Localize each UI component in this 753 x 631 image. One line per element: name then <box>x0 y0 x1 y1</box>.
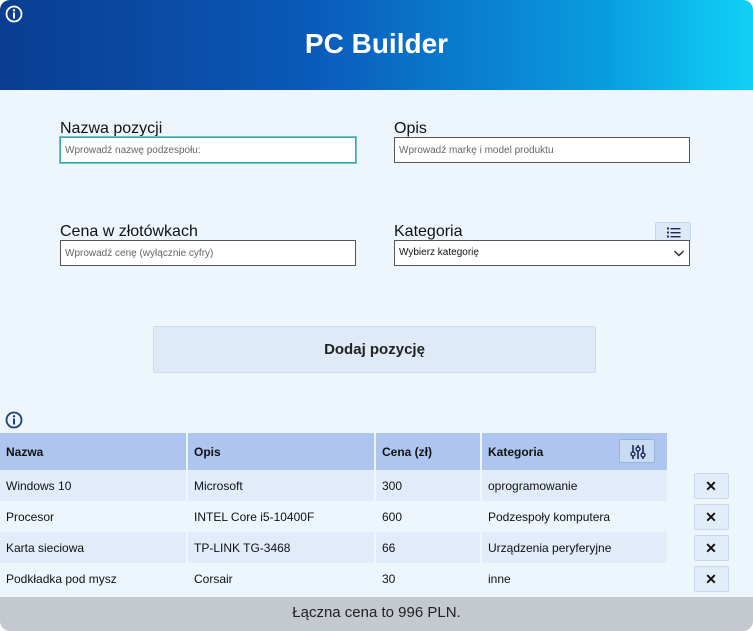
cell-name: Windows 10 <box>0 470 188 501</box>
cell-description: Corsair <box>187 563 376 594</box>
delete-button[interactable]: ✕ <box>693 534 729 561</box>
category-select-value: Wybierz kategorię <box>399 247 479 258</box>
column-header-description: Opis <box>187 433 376 470</box>
cell-price: 300 <box>375 470 482 501</box>
cell-category: oprogramowanie <box>481 470 669 501</box>
cell-description: TP-LINK TG-3468 <box>187 532 376 563</box>
table-row: Procesor INTEL Core i5-10400F 600 Podzes… <box>0 501 753 532</box>
table-row: Windows 10 Microsoft 300 oprogramowanie … <box>0 470 753 501</box>
cell-description: Microsoft <box>187 470 376 501</box>
cell-category: Urządzenia peryferyjne <box>481 532 669 563</box>
cell-price: 600 <box>375 501 482 532</box>
cell-actions: ✕ <box>668 563 753 594</box>
cell-name: Podkładka pod mysz <box>0 563 188 594</box>
sliders-icon <box>630 445 646 459</box>
delete-button[interactable]: ✕ <box>693 472 729 499</box>
category-label: Kategoria <box>394 223 463 240</box>
delete-button[interactable]: ✕ <box>693 503 729 530</box>
info-icon[interactable] <box>5 411 23 429</box>
column-header-name: Nazwa <box>0 433 188 470</box>
price-label: Cena w złotówkach <box>60 223 198 240</box>
cell-price: 30 <box>375 563 482 594</box>
column-header-actions <box>668 433 753 470</box>
cell-actions: ✕ <box>668 470 753 501</box>
column-header-price: Cena (zł) <box>375 433 482 470</box>
cell-actions: ✕ <box>668 501 753 532</box>
cell-name: Procesor <box>0 501 188 532</box>
info-icon[interactable] <box>5 5 23 23</box>
header-banner: PC Builder <box>0 0 753 90</box>
cell-name: Karta sieciowa <box>0 532 188 563</box>
delete-button[interactable]: ✕ <box>693 565 729 592</box>
cell-price: 66 <box>375 532 482 563</box>
cell-description: INTEL Core i5-10400F <box>187 501 376 532</box>
chevron-down-icon <box>673 250 685 257</box>
list-icon <box>667 227 681 238</box>
cell-actions: ✕ <box>668 532 753 563</box>
category-list-button[interactable] <box>655 222 691 242</box>
category-select[interactable]: Wybierz kategorię <box>394 240 690 266</box>
total-price-footer: Łączna cena to 996 PLN. <box>0 597 753 631</box>
app-window: PC Builder Nazwa pozycji Opis Cena w zło… <box>0 0 753 631</box>
add-item-button[interactable]: Dodaj pozycję <box>153 326 596 373</box>
name-input[interactable] <box>60 137 356 163</box>
sort-filter-button[interactable] <box>619 439 655 463</box>
cell-category: Podzespoły komputera <box>481 501 669 532</box>
description-label: Opis <box>394 120 427 137</box>
page-title: PC Builder <box>304 28 449 59</box>
table-row: Podkładka pod mysz Corsair 30 inne ✕ <box>0 563 753 594</box>
name-label: Nazwa pozycji <box>60 120 163 137</box>
description-input[interactable] <box>394 137 690 163</box>
cell-category: inne <box>481 563 669 594</box>
table-row: Karta sieciowa TP-LINK TG-3468 66 Urządz… <box>0 532 753 563</box>
price-input[interactable] <box>60 240 356 266</box>
